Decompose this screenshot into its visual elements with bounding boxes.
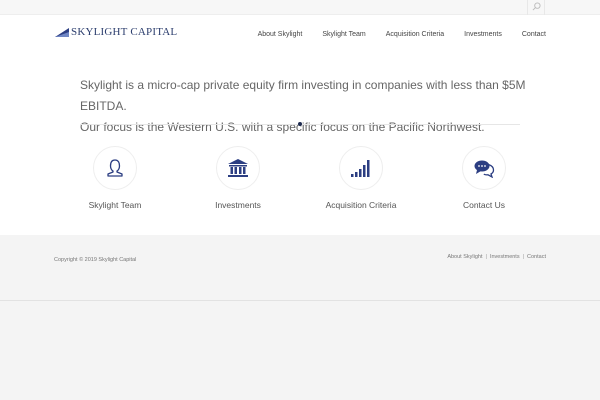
intro-line-2: Our focus is the Western U.S. with a spe… [80,120,485,134]
feature-label: Skylight Team [88,200,142,210]
feature-acquisition-criteria[interactable]: Acquisition Criteria [321,146,401,210]
copyright-text: Copyright © 2019 Skylight Capital [54,257,137,263]
footer-link-investments[interactable]: Investments [490,254,520,260]
feature-label: Investments [215,200,261,210]
top-bar [0,0,600,15]
feature-icon-circle[interactable] [462,146,506,190]
feature-icon-circle[interactable] [216,146,260,190]
footer-links: About Skylight | Investments | Contact [447,254,546,260]
nav-item-about-skylight[interactable]: About Skylight [258,31,303,38]
intro-text: Skylight is a micro-cap private equity f… [80,75,540,138]
site-logo[interactable]: SKYLIGHT CAPITAL [55,25,177,39]
brand-name: SKYLIGHT CAPITAL [71,26,178,38]
skylight-logo-icon [55,27,69,37]
nav-item-investments[interactable]: Investments [464,31,502,38]
bank-icon [228,159,248,177]
chat-bubbles-icon [474,160,495,178]
site-footer: Copyright © 2019 Skylight Capital About … [0,235,600,301]
footer-link-contact[interactable]: Contact [527,254,546,260]
feature-icon-circle[interactable] [339,146,383,190]
feature-contact-us[interactable]: Contact Us [444,146,524,210]
feature-label: Contact Us [462,200,506,210]
nav-item-contact[interactable]: Contact [522,31,546,38]
footer-separator: | [485,254,487,260]
search-button[interactable] [527,0,545,15]
main-nav: About Skylight Skylight Team Acquisition… [238,31,546,38]
main-content: Skylight is a micro-cap private equity f… [0,63,600,235]
signal-bars-icon [351,160,370,177]
page-background [0,302,600,400]
intro-line-1: Skylight is a micro-cap private equity f… [80,78,526,113]
person-icon [107,159,123,177]
feature-icon-circle[interactable] [93,146,137,190]
site-header: SKYLIGHT CAPITAL About Skylight Skylight… [0,15,600,63]
feature-skylight-team[interactable]: Skylight Team [75,146,155,210]
nav-item-skylight-team[interactable]: Skylight Team [322,31,365,38]
nav-item-acquisition-criteria[interactable]: Acquisition Criteria [386,31,444,38]
footer-link-about-skylight[interactable]: About Skylight [447,254,482,260]
divider-dot [298,122,302,126]
feature-investments[interactable]: Investments [198,146,278,210]
feature-label: Acquisition Criteria [325,200,397,210]
footer-separator: | [522,254,525,260]
search-icon [532,2,541,11]
